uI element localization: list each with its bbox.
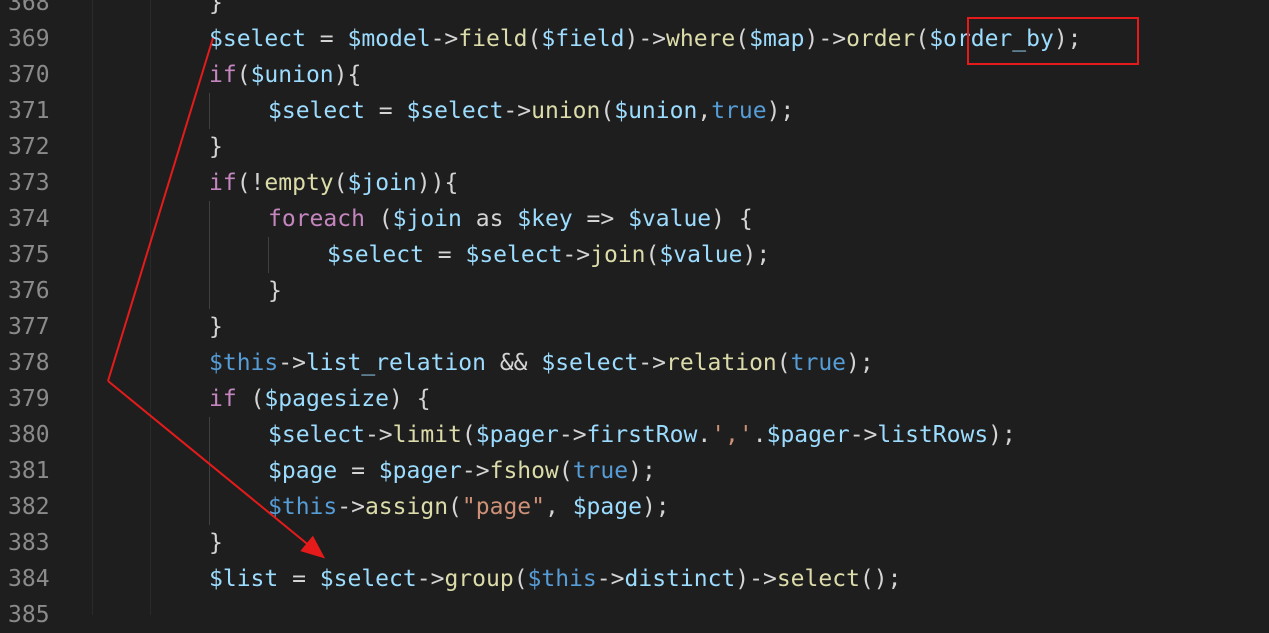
code-editor[interactable]: 368} 369 $select = $model->field($field)->… [0, 0, 1269, 628]
annotation-arrows [107, 37, 326, 559]
annotation-line-up [107, 37, 214, 382]
annotation-arrow-down [107, 380, 326, 559]
